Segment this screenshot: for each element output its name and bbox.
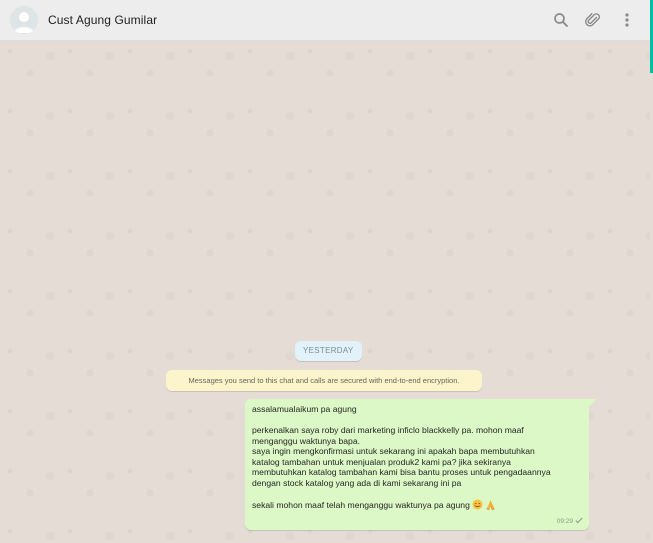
message-line: dengan stock katalog yang ada di kami se… bbox=[252, 477, 462, 488]
message-meta: 09:29 bbox=[557, 517, 583, 526]
message-line: menganggu waktunya bapa. bbox=[252, 435, 360, 446]
smiling-face-icon bbox=[472, 498, 483, 513]
chat-header: Cust Agung Gumilar bbox=[0, 0, 650, 41]
message-text: sekali mohon maaf telah menganggu waktun… bbox=[252, 499, 470, 510]
message-line: assalamualaikum pa agung bbox=[252, 404, 357, 414]
search-icon[interactable] bbox=[552, 11, 570, 29]
avatar[interactable] bbox=[10, 6, 38, 34]
message-line: saya ingin mengkonfirmasi untuk sekarang… bbox=[252, 446, 535, 456]
default-avatar-icon bbox=[10, 6, 38, 34]
encryption-notice[interactable]: Messages you send to this chat and calls… bbox=[166, 370, 482, 391]
outgoing-message-bubble[interactable]: assalamualaikum pa agung perkenalkan say… bbox=[245, 399, 596, 530]
message-line bbox=[252, 488, 581, 499]
message-line: katalog tambahan untuk menjualan produk2… bbox=[252, 456, 511, 467]
single-check-icon bbox=[575, 517, 583, 526]
contact-name[interactable]: Cust Agung Gumilar bbox=[48, 13, 157, 27]
paperclip-icon[interactable] bbox=[584, 11, 602, 29]
bubble-tail bbox=[589, 399, 596, 407]
whatsapp-chat-window: Cust Agung Gumilar YESTERDAY Messages yo… bbox=[0, 0, 653, 543]
message-line: perkenalkan saya roby dari marketing inf… bbox=[252, 425, 524, 435]
message-time: 09:29 bbox=[556, 518, 573, 525]
message-line: membutuhkan katalog tambahan kami bisa b… bbox=[252, 467, 551, 477]
menu-icon[interactable] bbox=[618, 11, 636, 29]
folded-hands-icon bbox=[485, 499, 496, 513]
message-line-last: sekali mohon maaf telah menganggu waktun… bbox=[252, 498, 581, 513]
date-separator: YESTERDAY bbox=[295, 341, 362, 361]
message-line bbox=[252, 415, 581, 426]
